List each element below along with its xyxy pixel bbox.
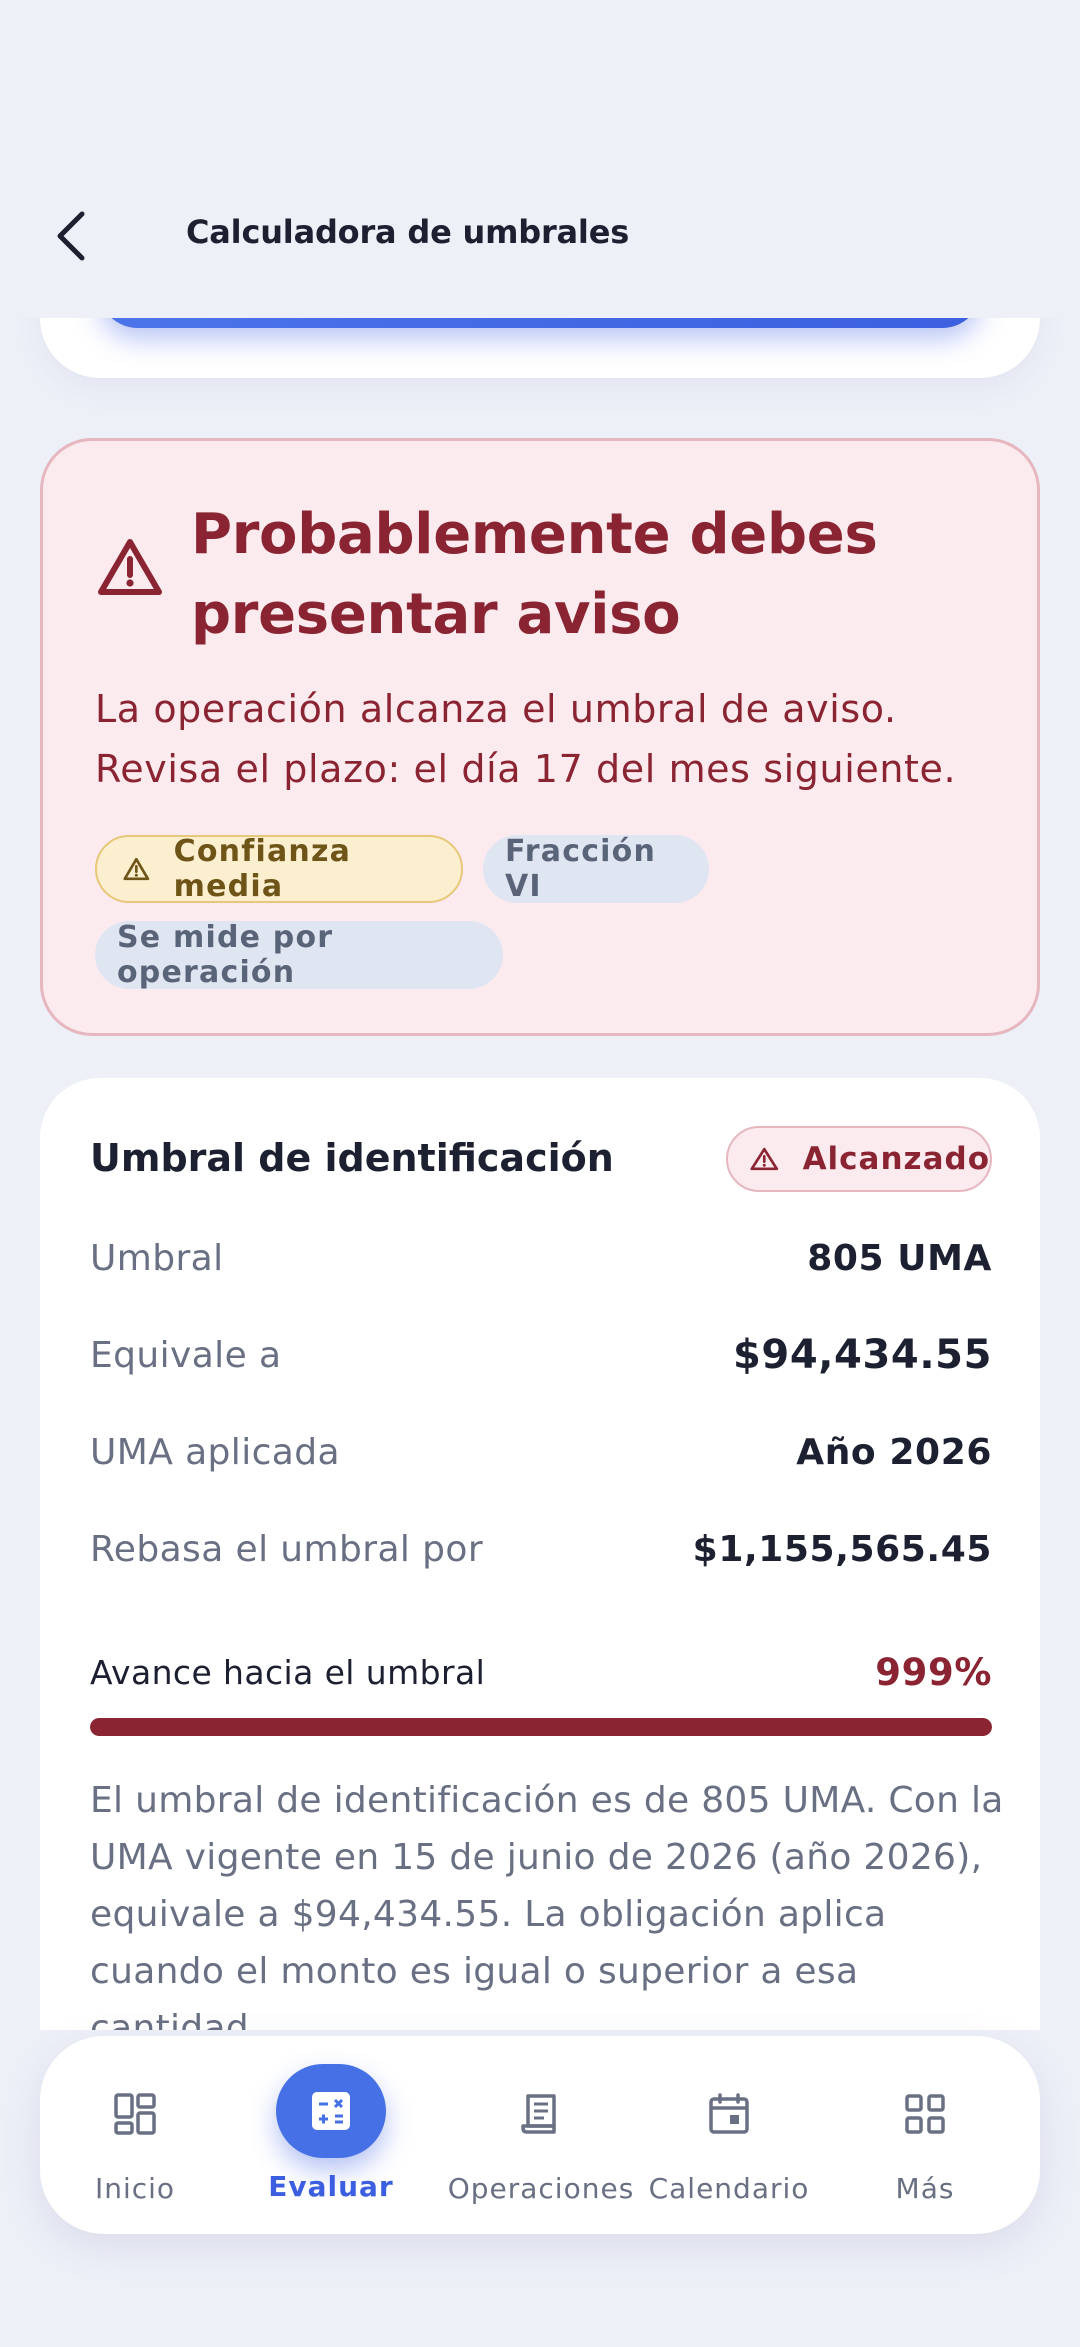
bottom-nav: Inicio Evaluar Operaciones Calendario Má… [40, 2036, 1040, 2234]
row-value: $1,155,565.45 [692, 1528, 992, 1570]
row-value: Año 2026 [796, 1431, 992, 1473]
nav-label: Operaciones [447, 2172, 635, 2205]
threshold-explanation: El umbral de identificación es de 805 UM… [90, 1780, 1004, 2049]
progress-bar [90, 1718, 992, 1736]
nav-item-calendario[interactable]: Calendario [634, 2036, 824, 2234]
row-rebasa: Rebasa el umbral por $1,155,565.45 [90, 1519, 992, 1579]
dashboard-icon [114, 2093, 156, 2135]
alert-title: Probablemente debes presentar aviso [191, 502, 878, 647]
status-badge: Alcanzado [726, 1126, 992, 1192]
fraction-chip: Fracción VI [483, 834, 709, 904]
row-value: 805 UMA [807, 1237, 992, 1279]
receipt-icon [521, 2094, 556, 2134]
calendar-icon [709, 2093, 749, 2134]
nav-label: Calendario [648, 2172, 810, 2205]
nav-label: Evaluar [268, 2170, 394, 2203]
status-badge-label: Alcanzado [802, 1141, 990, 1177]
progress-header: Avance hacia el umbral 999% [90, 1644, 992, 1700]
back-button[interactable] [44, 202, 98, 270]
fraction-chip-label: Fracción VI [505, 834, 657, 904]
progress-value: 999% [875, 1650, 992, 1694]
progress-label: Avance hacia el umbral [90, 1652, 486, 1692]
calculator-icon [312, 2092, 350, 2130]
row-label: Umbral [90, 1237, 224, 1279]
nav-item-mas[interactable]: Más [830, 2036, 1020, 2234]
nav-item-inicio[interactable]: Inicio [40, 2036, 230, 2234]
threshold-detail-card: Umbral de identificación Alcanzado Umbra… [40, 1078, 1040, 2178]
nav-item-operaciones[interactable]: Operaciones [446, 2036, 636, 2234]
grid-icon [905, 2094, 945, 2134]
alert-description: La operación alcanza el umbral de aviso.… [95, 687, 957, 791]
row-label: Equivale a [90, 1334, 282, 1376]
app-header: Calculadora de umbrales [0, 0, 1080, 318]
progress-bar-fill [90, 1718, 992, 1736]
detail-heading: Umbral de identificación [90, 1136, 614, 1180]
warning-icon [123, 857, 150, 881]
confidence-chip: Confianza media [95, 834, 463, 904]
measure-chip-label: Se mide por operación [117, 920, 334, 990]
row-equivale: Equivale a $94,434.55 [90, 1325, 992, 1385]
warning-icon [750, 1147, 779, 1171]
page-title: Calculadora de umbrales [186, 213, 630, 251]
nav-item-evaluar[interactable]: Evaluar [236, 2036, 426, 2234]
row-umbral: Umbral 805 UMA [90, 1228, 992, 1288]
result-alert-card: Probablemente debes presentar aviso La o… [40, 438, 1040, 1036]
nav-label: Inicio [94, 2172, 176, 2205]
row-uma-aplicada: UMA aplicada Año 2026 [90, 1422, 992, 1482]
row-value: $94,434.55 [732, 1332, 992, 1378]
chevron-left-icon [57, 211, 85, 261]
measure-chip: Se mide por operación [95, 920, 503, 990]
row-label: UMA aplicada [90, 1431, 340, 1473]
warning-icon [98, 539, 162, 595]
nav-label: Más [895, 2172, 955, 2205]
confidence-chip-label: Confianza media [173, 834, 352, 904]
row-label: Rebasa el umbral por [90, 1528, 484, 1570]
